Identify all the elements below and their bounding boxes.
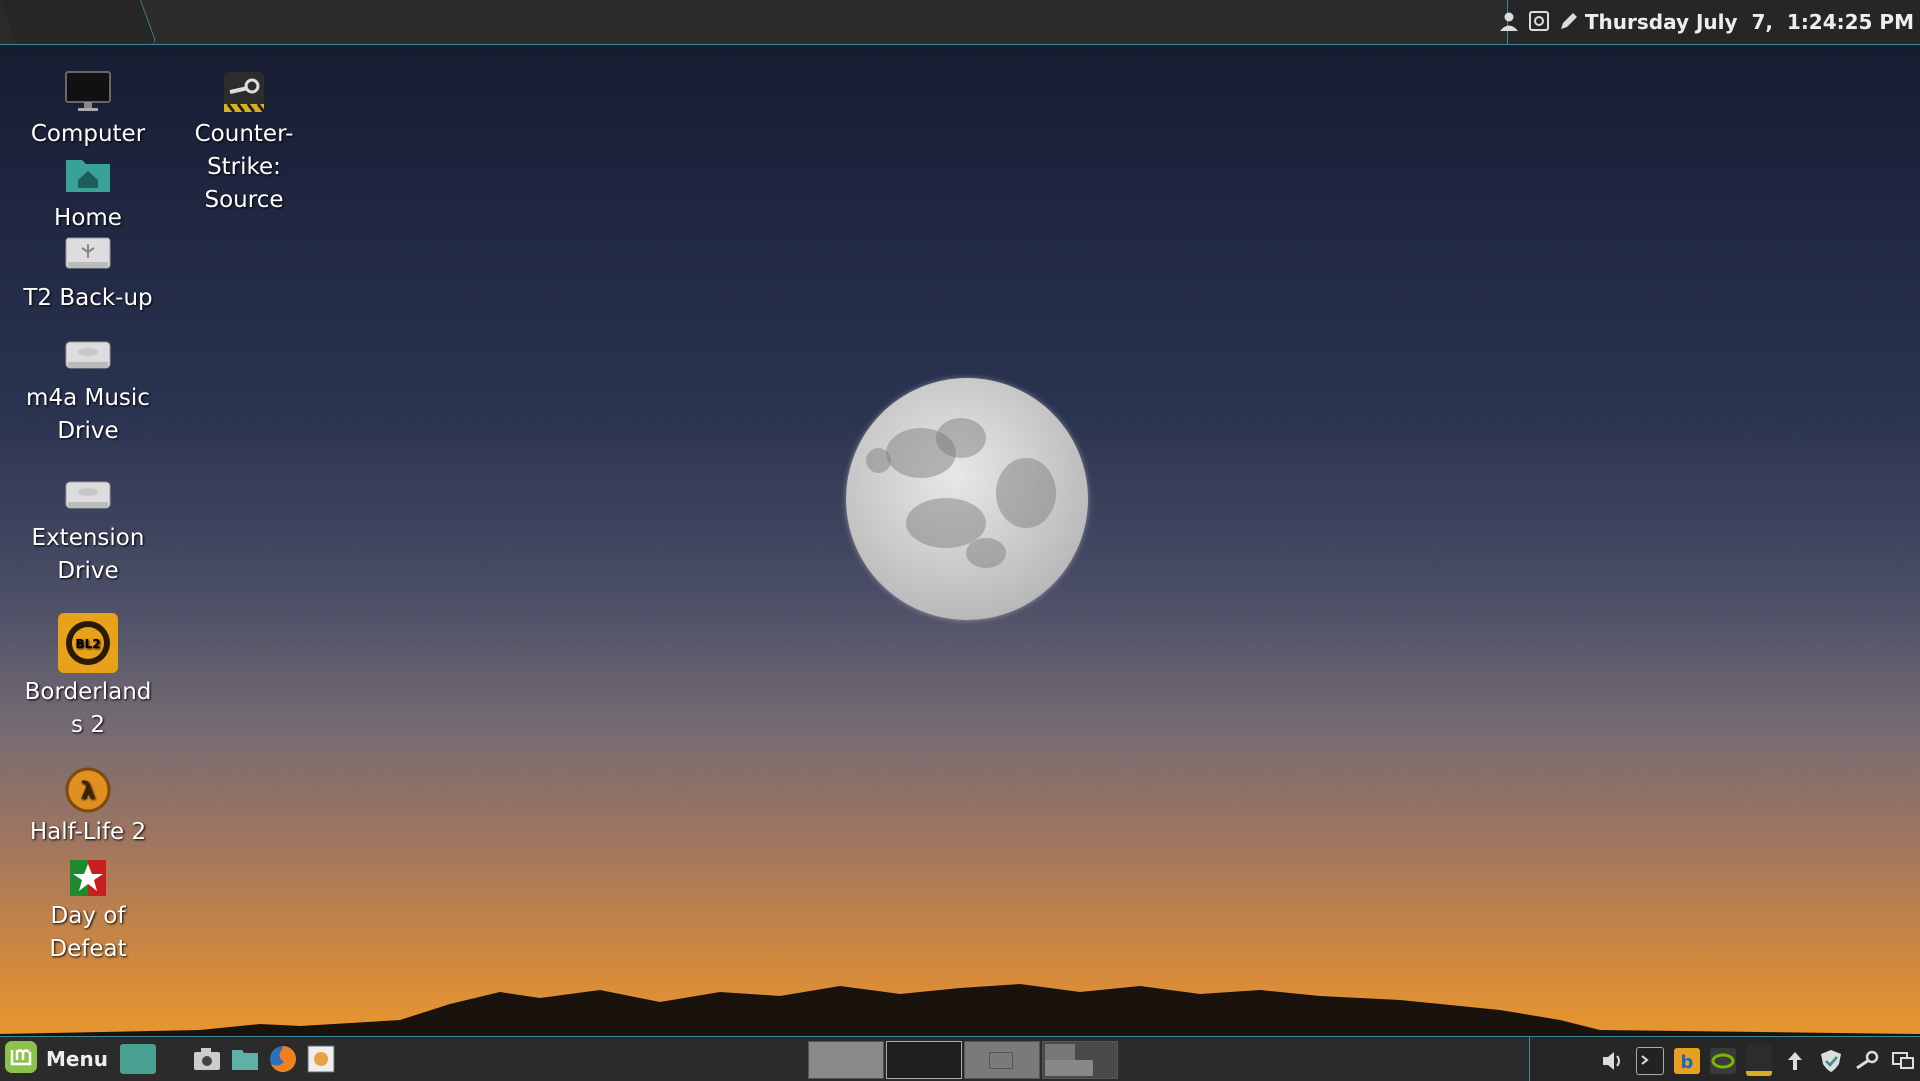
steam-icon[interactable] [1854,1048,1880,1074]
desktop-icon-label: T2 Back-up [23,285,153,311]
desktop-icon-day-of-defeat[interactable]: Day of Defeat [13,858,163,966]
desktop-icon-half-life-2[interactable]: λ Half-Life 2 [13,766,163,849]
volume-icon[interactable] [1600,1048,1626,1074]
steam-tray-icon[interactable] [1746,1045,1772,1076]
firefox-icon[interactable] [268,1044,298,1074]
home-folder-icon [64,152,112,200]
workspace-3[interactable] [964,1041,1040,1079]
svg-text:λ: λ [80,777,95,805]
display-icon[interactable] [1890,1048,1916,1074]
pen-icon[interactable] [1558,10,1580,32]
desktop-icon-label: Borderlands 2 [24,679,152,738]
system-tray: b [1600,1045,1916,1076]
usb-drive-icon [64,232,112,280]
desktop-icon-computer[interactable]: Computer [13,68,163,151]
svg-text:b: b [1681,1052,1694,1073]
day-of-defeat-icon [68,858,108,898]
clock[interactable]: Thursday July 7, 1:24:25 PM [1585,0,1914,44]
borderlands-2-icon: BL2 [57,612,119,674]
desktop-icon-label: Counter-Strike: Source [194,121,294,213]
computer-icon [64,68,112,116]
show-desktop-icon[interactable] [120,1044,156,1074]
workspace-switcher [808,1041,1118,1079]
hard-drive-icon [64,472,112,520]
screenshot-icon[interactable] [1528,10,1550,32]
top-tray [1498,10,1580,32]
image-viewer-icon[interactable] [306,1044,336,1074]
desktop-icon-home[interactable]: Home [13,152,163,235]
desktop-icon-label: Half-Life 2 [29,819,147,845]
desktop-icon-extension-drive[interactable]: Extension Drive [13,472,163,588]
workspace-1[interactable] [808,1041,884,1079]
desktop-icon-t2-backup[interactable]: T2 Back-up [13,232,163,315]
nvidia-icon[interactable] [1710,1047,1736,1074]
shield-icon[interactable] [1818,1048,1844,1074]
menu-label: Menu [46,1047,108,1071]
bottom-panel: Menu b [0,1036,1920,1081]
desktop-icon-counter-strike-source[interactable]: Counter-Strike: Source [169,68,319,217]
svg-text:BL2: BL2 [75,637,100,651]
steam-icon [220,68,268,116]
desktop-icon-m4a-music-drive[interactable]: m4a Music Drive [13,332,163,448]
hard-drive-icon [64,332,112,380]
desktop-icon-label: Extension Drive [31,525,145,584]
panel-launchers [120,1044,336,1074]
moon-wallpaper [846,378,1088,620]
menu-button[interactable]: Menu [4,1040,108,1079]
desktop-icon-label: m4a Music Drive [26,385,150,444]
user-icon[interactable] [1498,10,1520,32]
workspace-4[interactable] [1042,1041,1118,1079]
terminal-icon[interactable] [1636,1046,1664,1075]
desktop-icon-label: Home [54,205,122,231]
top-panel-left-tab [0,0,158,44]
update-arrow-icon[interactable] [1782,1048,1808,1074]
half-life-2-icon: λ [64,766,112,814]
workspace-2[interactable] [886,1041,962,1079]
desktop-icon-label: Day of Defeat [49,903,127,962]
desktop-icon-borderlands-2[interactable]: BL2 Borderlands 2 [13,612,163,742]
mint-logo-icon [4,1040,38,1079]
files-icon[interactable] [230,1044,260,1074]
top-panel: Thursday July 7, 1:24:25 PM [0,0,1920,45]
hills-silhouette [0,984,1920,1036]
bluetooth-app-icon[interactable]: b [1674,1047,1700,1074]
screenshot-camera-icon[interactable] [192,1044,222,1074]
desktop-icon-label: Computer [30,121,146,147]
